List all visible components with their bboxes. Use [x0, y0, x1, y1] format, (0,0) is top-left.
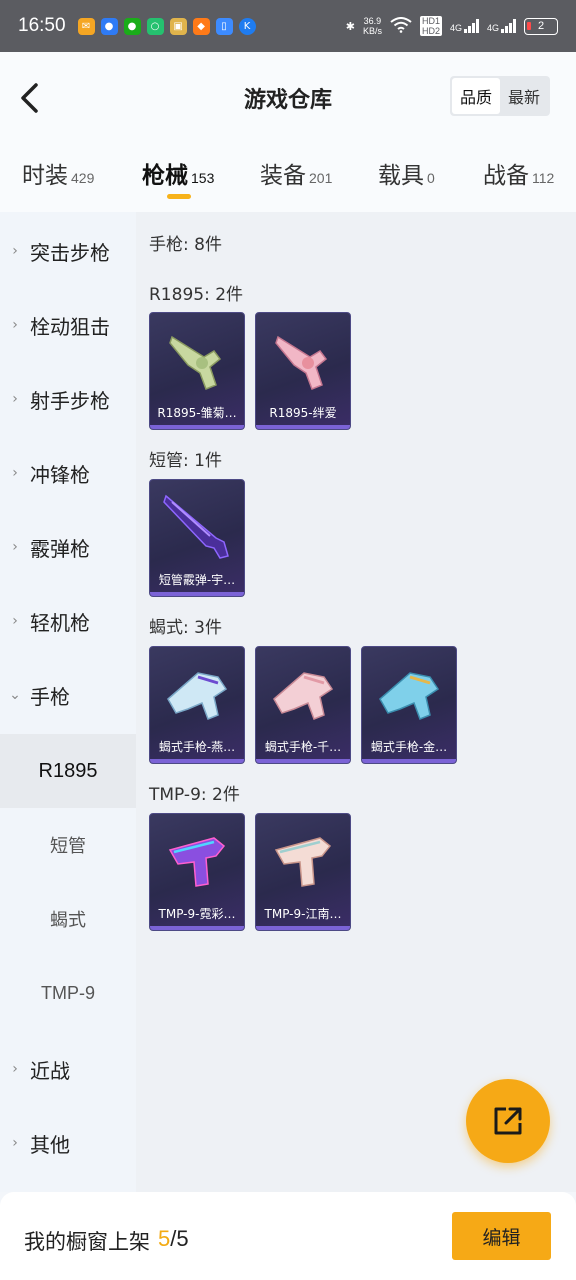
chevron-right-icon: ›	[12, 465, 18, 481]
battery-icon: 2	[524, 17, 558, 35]
signal-1: 4G	[450, 19, 479, 33]
sidebar-sub-scorpion[interactable]: 蝎式	[0, 882, 136, 956]
message-app-icon: ○	[146, 17, 164, 35]
category-tabs: 时装 429 枪械 153 装备 201 载具 0 战备 112	[0, 142, 576, 212]
sidebar-item-assault-rifle[interactable]: › 突击步枪	[0, 214, 136, 288]
group-title-short-barrel: 短管: 1件	[149, 451, 222, 471]
group-title-r1895: R1895: 2件	[149, 285, 244, 305]
item-card[interactable]: 短管霰弹-宇…	[149, 479, 245, 597]
sidebar-item-bolt-sniper[interactable]: › 栓动狙击	[0, 288, 136, 362]
network-speed: 36.9 KB/s	[362, 16, 382, 36]
status-time: 16:50	[18, 15, 66, 36]
sort-option-quality[interactable]: 品质	[451, 78, 500, 114]
share-export-icon	[494, 1107, 522, 1135]
hd-indicator: HD1 HD2	[419, 16, 442, 36]
item-card[interactable]: 蝎式手枪-燕…	[149, 646, 245, 764]
tab-battle-gear[interactable]: 战备 112	[483, 156, 554, 190]
tab-vehicles[interactable]: 载具 0	[378, 156, 435, 190]
sort-option-newest[interactable]: 最新	[500, 78, 548, 114]
sidebar-item-pistol[interactable]: ⌄ 手枪	[0, 658, 136, 732]
chevron-right-icon: ›	[12, 317, 18, 333]
chevron-right-icon: ›	[12, 1061, 18, 1077]
wechat-icon: ●	[123, 17, 141, 35]
tab-firearms[interactable]: 枪械 153	[142, 156, 214, 190]
status-bar: 16:50 ✉ ● ● ○ ▣ ◆ ▯ K ✱ 36.9 KB/s HD1 HD…	[0, 0, 576, 52]
item-card[interactable]: 蝎式手枪-千…	[255, 646, 351, 764]
chevron-right-icon: ›	[12, 391, 18, 407]
shopping-app-icon: ◆	[192, 17, 210, 35]
smg-icon	[274, 837, 332, 887]
smg-icon	[273, 672, 334, 720]
tab-equipment[interactable]: 装备 201	[260, 156, 332, 190]
smg-icon	[168, 837, 226, 887]
sidebar-sub-tmp9[interactable]: TMP-9	[0, 956, 136, 1030]
chevron-right-icon: ›	[12, 243, 18, 259]
total-count-title: 手枪: 8件	[149, 235, 222, 255]
sidebar: › 突击步枪 › 栓动狙击 › 射手步枪 › 冲锋枪 › 霰弹枪 › 轻机枪 ⌄…	[0, 212, 136, 1192]
revolver-icon	[169, 335, 222, 390]
smg-icon	[379, 672, 440, 720]
signal-bars-icon	[463, 19, 479, 33]
item-card[interactable]: 蝎式手枪-金…	[361, 646, 457, 764]
showcase-status: 我的橱窗上架 5 /5	[24, 1226, 189, 1254]
bluetooth-icon: ✱	[345, 20, 355, 33]
signal-2: 4G	[487, 19, 516, 33]
group-title-tmp9: TMP-9: 2件	[149, 785, 240, 805]
sidebar-item-smg[interactable]: › 冲锋枪	[0, 436, 136, 510]
sidebar-item-lmg[interactable]: › 轻机枪	[0, 584, 136, 658]
paw-app-icon: ●	[100, 17, 118, 35]
sidebar-item-marksman-rifle[interactable]: › 射手步枪	[0, 362, 136, 436]
item-card[interactable]: R1895-雏菊…	[149, 312, 245, 430]
header: 游戏仓库 品质 最新	[0, 52, 576, 142]
active-tab-indicator	[167, 194, 191, 199]
smg-icon	[167, 672, 228, 720]
sidebar-item-melee[interactable]: › 近战	[0, 1032, 136, 1106]
edit-button[interactable]: 编辑	[452, 1212, 551, 1260]
chevron-right-icon: ›	[12, 613, 18, 629]
item-card[interactable]: R1895-绊爱	[255, 312, 351, 430]
sidebar-sub-r1895[interactable]: R1895	[0, 734, 136, 808]
item-content: 手枪: 8件 R1895: 2件 R1895-雏菊… R1895-绊爱 短管: …	[136, 212, 576, 1192]
mail-app-icon: ✉	[77, 17, 95, 35]
group-title-scorpion: 蝎式: 3件	[149, 618, 222, 638]
sort-toggle: 品质 最新	[449, 76, 550, 116]
item-card[interactable]: TMP-9-江南…	[255, 813, 351, 931]
game-app-icon: ▣	[169, 17, 187, 35]
signal-bars-icon	[501, 19, 516, 33]
chevron-right-icon: ›	[12, 539, 18, 555]
phone-app-icon: ▯	[215, 17, 233, 35]
item-card[interactable]: TMP-9-霓彩…	[149, 813, 245, 931]
revolver-icon	[275, 335, 328, 390]
sidebar-sub-short-barrel[interactable]: 短管	[0, 808, 136, 882]
tab-fashion[interactable]: 时装 429	[22, 156, 94, 190]
sidebar-item-shotgun[interactable]: › 霰弹枪	[0, 510, 136, 584]
chevron-right-icon: ›	[12, 1135, 18, 1151]
wifi-icon	[390, 16, 412, 36]
notification-icons: ✉ ● ● ○ ▣ ◆ ▯ K	[77, 17, 256, 35]
system-icons: ✱ 36.9 KB/s HD1 HD2 4G 4G 2	[346, 16, 558, 36]
k-app-icon: K	[238, 17, 256, 35]
sidebar-item-other[interactable]: › 其他	[0, 1106, 136, 1180]
chevron-down-icon: ⌄	[9, 687, 21, 703]
share-button[interactable]	[466, 1079, 550, 1163]
shotgun-icon	[163, 494, 229, 559]
bottom-bar: 我的橱窗上架 5 /5 编辑	[0, 1192, 576, 1280]
